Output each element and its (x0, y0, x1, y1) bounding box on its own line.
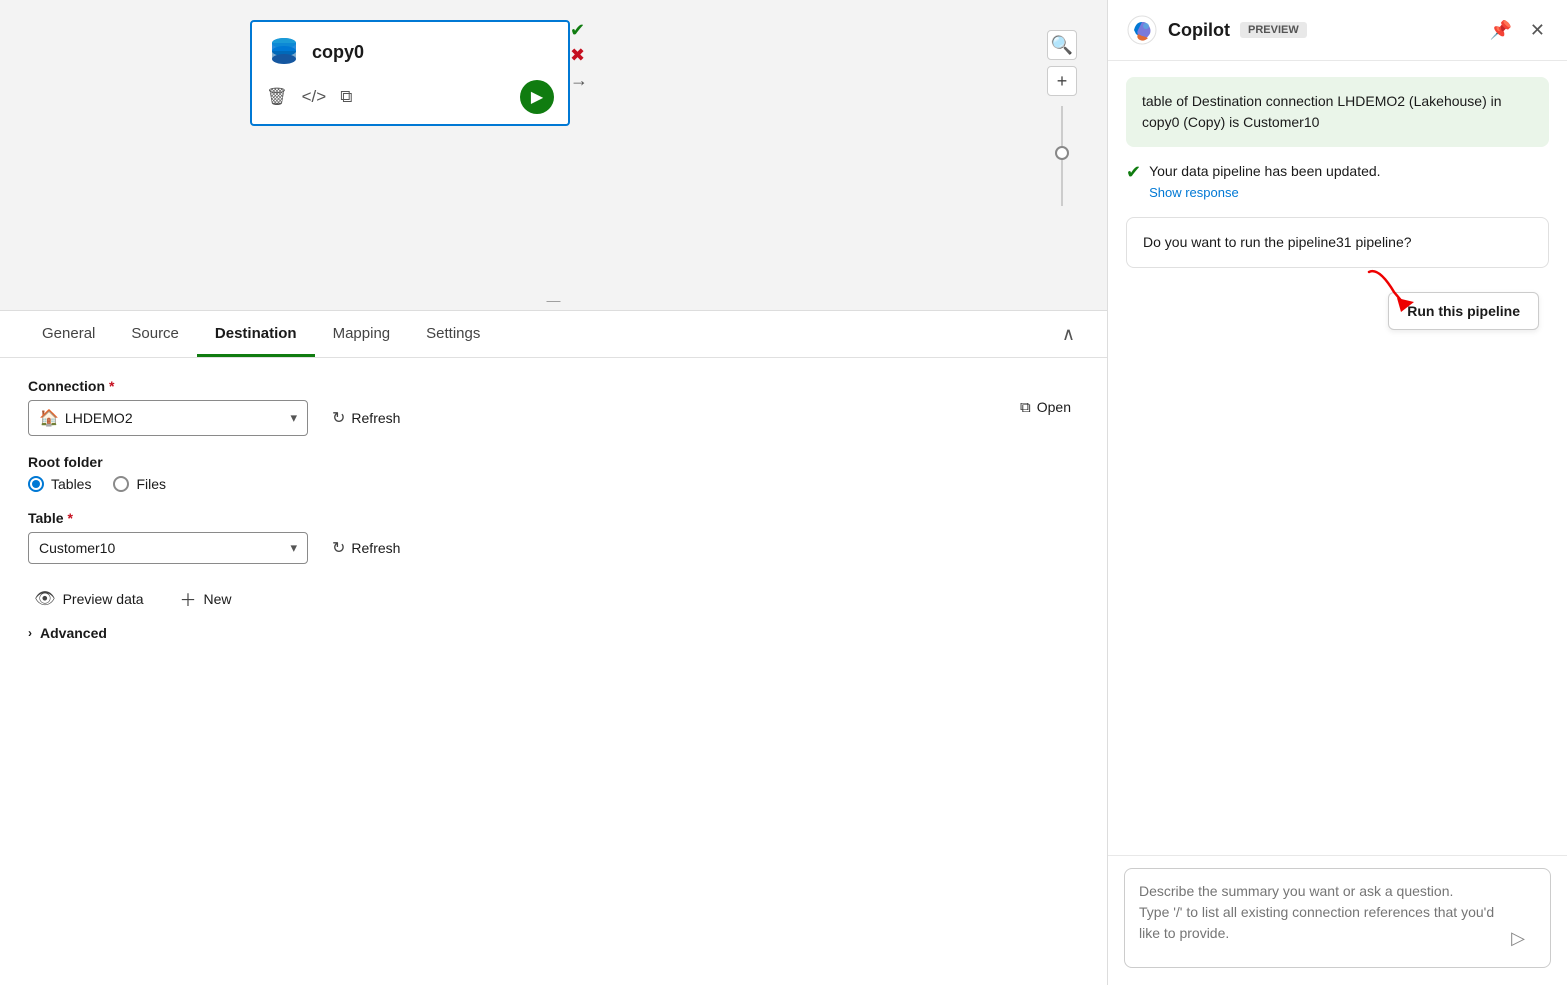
copilot-input-field[interactable] (1124, 868, 1551, 968)
radio-files[interactable]: Files (113, 476, 166, 492)
copilot-header-actions: 📌 ✕ (1485, 16, 1549, 45)
copy-icon[interactable]: ⧉ (340, 87, 352, 107)
run-button-area: Run this pipeline (1126, 292, 1549, 330)
close-button[interactable]: ✕ (1526, 16, 1549, 45)
run-node-button[interactable]: ▶ (520, 80, 554, 114)
tab-general[interactable]: General (24, 311, 113, 357)
tab-mapping[interactable]: Mapping (315, 311, 409, 357)
node-status: ✔ ✖ → (570, 20, 588, 91)
connection-dropdown[interactable]: 🏠 LHDEMO2 ▾ (28, 400, 308, 436)
run-arrow-icon: ▶ (531, 87, 543, 107)
red-arrow-icon (1359, 262, 1419, 312)
chevron-down-icon: ▾ (290, 410, 297, 426)
delete-icon[interactable]: 🗑 (266, 87, 288, 107)
table-chevron-down-icon: ▾ (290, 540, 297, 556)
connection-field-group: Connection * 🏠 LHDEMO2 ▾ ↻ Refresh (28, 378, 1079, 436)
show-response-link[interactable]: Show response (1149, 185, 1239, 200)
zoom-in-button[interactable]: + (1047, 66, 1077, 96)
success-check-icon: ✔ (1126, 162, 1141, 183)
arrow-indicator (1359, 262, 1419, 317)
status-x-icon: ✖ (570, 45, 588, 66)
copilot-messages: table of Destination connection LHDEMO2 … (1108, 61, 1567, 855)
zoom-controls: 🔍 + (1047, 30, 1077, 210)
preview-icon: 👁 (34, 589, 56, 609)
connection-field-row: Connection * 🏠 LHDEMO2 ▾ ↻ Refresh (28, 378, 1079, 436)
pin-button[interactable]: 📌 (1485, 16, 1515, 45)
open-button[interactable]: ⧉ Open (1012, 395, 1079, 420)
search-zoom-button[interactable]: 🔍 (1047, 30, 1077, 60)
table-dropdown[interactable]: Customer10 ▾ (28, 532, 308, 564)
connection-refresh-button[interactable]: ↻ Refresh (324, 404, 408, 432)
connection-label: Connection * (28, 378, 996, 394)
refresh-icon: ↻ (332, 408, 345, 428)
new-button[interactable]: ＋ New (174, 582, 238, 615)
table-refresh-icon: ↻ (332, 538, 345, 558)
connection-dropdown-value: LHDEMO2 (65, 410, 291, 426)
table-label: Table * (28, 510, 1079, 526)
radio-tables-circle (28, 476, 44, 492)
zoom-slider-thumb[interactable] (1055, 146, 1069, 160)
pipeline-node: copy0 🗑 </> ⧉ ▶ (250, 20, 570, 126)
left-panel: copy0 🗑 </> ⧉ ▶ ✔ ✖ → 🔍 + (0, 0, 1107, 985)
panel-resize-handle[interactable]: — (0, 290, 1107, 310)
radio-files-circle (113, 476, 129, 492)
table-required-star: * (68, 510, 73, 526)
copilot-header: Copilot PREVIEW 📌 ✕ (1108, 0, 1567, 61)
table-refresh-button[interactable]: ↻ Refresh (324, 534, 408, 562)
code-icon[interactable]: </> (302, 87, 327, 107)
config-body: Connection * 🏠 LHDEMO2 ▾ ↻ Refresh (0, 358, 1107, 661)
radio-tables[interactable]: Tables (28, 476, 91, 492)
node-header: copy0 (266, 34, 554, 70)
zoom-slider-track (1061, 106, 1063, 206)
tab-destination[interactable]: Destination (197, 311, 315, 357)
node-actions: 🗑 </> ⧉ ▶ (266, 80, 554, 114)
plus-icon: ＋ (180, 586, 197, 611)
copilot-update-notice: ✔ Your data pipeline has been updated. S… (1126, 161, 1549, 203)
root-folder-field-group: Root folder Tables Files (28, 454, 1079, 492)
copy-activity-icon (266, 34, 302, 70)
required-star: * (109, 378, 114, 394)
status-check-icon: ✔ (570, 20, 588, 41)
chevron-right-icon: › (28, 626, 32, 640)
tab-settings[interactable]: Settings (408, 311, 498, 357)
copilot-panel: Copilot PREVIEW 📌 ✕ table of Destination… (1107, 0, 1567, 985)
action-row: 👁 Preview data ＋ New (28, 582, 1079, 615)
send-button[interactable]: ▷ (1511, 928, 1525, 949)
collapse-panel-button[interactable]: ∧ (1054, 316, 1083, 353)
copilot-logo-icon (1126, 14, 1158, 46)
node-title: copy0 (312, 42, 364, 63)
table-dropdown-value: Customer10 (39, 540, 290, 556)
copilot-title: Copilot (1168, 20, 1230, 41)
copilot-preview-badge: PREVIEW (1240, 22, 1307, 38)
status-arrow-icon: → (570, 70, 588, 91)
copilot-input-wrapper: ▷ (1124, 868, 1551, 973)
copilot-input-area: ▷ (1108, 855, 1567, 985)
tabs-row: General Source Destination Mapping Setti… (0, 311, 1107, 358)
preview-data-button[interactable]: 👁 Preview data (28, 585, 150, 613)
update-notice-text: Your data pipeline has been updated. Sho… (1149, 161, 1380, 203)
node-action-icons: 🗑 </> ⧉ (266, 87, 352, 107)
config-panel: General Source Destination Mapping Setti… (0, 310, 1107, 985)
root-folder-radio-group: Tables Files (28, 476, 1079, 492)
table-field-group: Table * Customer10 ▾ ↻ Refresh (28, 510, 1079, 564)
lakehouse-icon: 🏠 (39, 408, 59, 428)
copilot-question-bubble: Do you want to run the pipeline31 pipeli… (1126, 217, 1549, 268)
connection-input-row: 🏠 LHDEMO2 ▾ ↻ Refresh (28, 400, 996, 436)
tab-source[interactable]: Source (113, 311, 197, 357)
table-input-row: Customer10 ▾ ↻ Refresh (28, 532, 1079, 564)
copilot-info-bubble: table of Destination connection LHDEMO2 … (1126, 77, 1549, 147)
canvas-area: copy0 🗑 </> ⧉ ▶ ✔ ✖ → 🔍 + (0, 0, 1107, 290)
root-folder-label: Root folder (28, 454, 1079, 470)
external-link-icon: ⧉ (1020, 399, 1031, 416)
advanced-row[interactable]: › Advanced (28, 625, 1079, 641)
